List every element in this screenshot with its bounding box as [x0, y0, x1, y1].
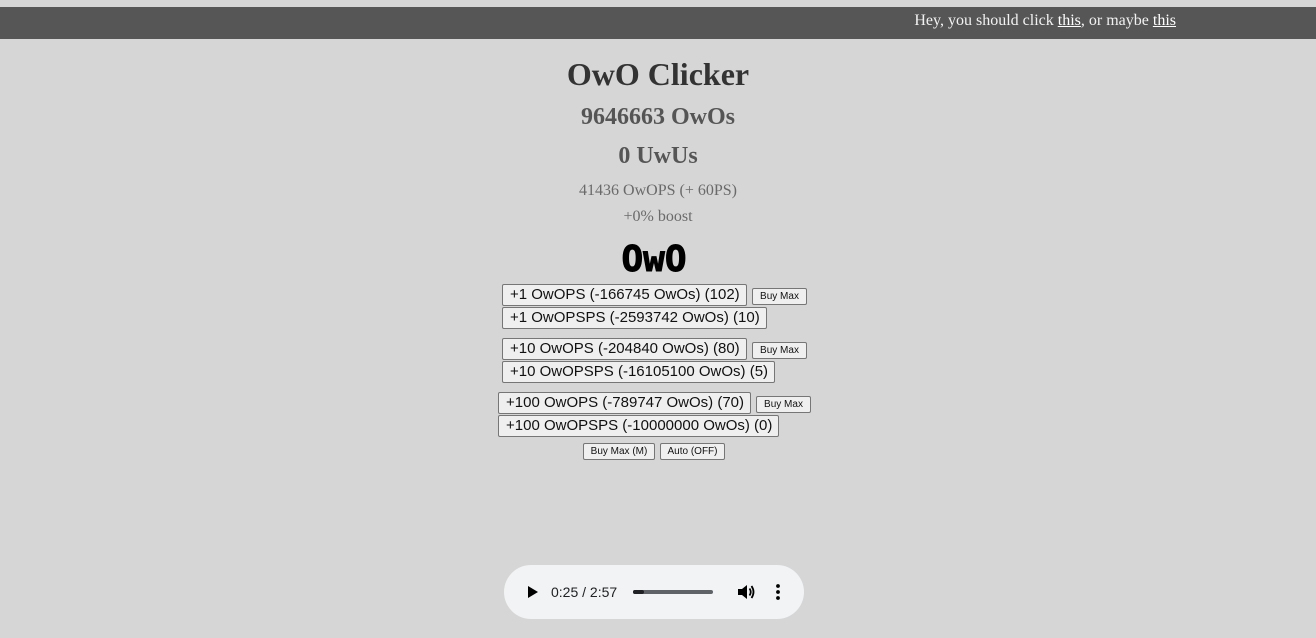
- upgrade-2-buy-max-button[interactable]: Buy Max: [752, 342, 807, 359]
- buy-max-all-button[interactable]: Buy Max (M): [583, 443, 655, 460]
- banner-prefix: Hey, you should click: [914, 12, 1058, 29]
- owo-count: 9646663 OwOs: [580, 104, 735, 130]
- volume-icon[interactable]: [736, 582, 756, 602]
- owops-rate: 41436 OwOPS (+ 60PS): [579, 182, 737, 199]
- banner-link-1[interactable]: this: [1058, 12, 1081, 29]
- banner-middle: , or maybe: [1080, 12, 1153, 29]
- upgrade-2-owops-button[interactable]: +10 OwOPS (-204840 OwOs) (80): [502, 338, 747, 360]
- top-banner: Hey, you should click this, or maybe thi…: [0, 7, 1316, 39]
- owo-logo-text: OwO: [621, 239, 686, 277]
- audio-time: 0:25 / 2:57: [551, 584, 618, 600]
- audio-seek-progress: [633, 590, 645, 594]
- owo-click-button[interactable]: OwO: [608, 239, 700, 277]
- more-vert-icon[interactable]: [770, 582, 786, 602]
- upgrade-1-buy-max-button[interactable]: Buy Max: [752, 288, 807, 305]
- upgrade-3-owopsps-button[interactable]: +100 OwOPSPS (-10000000 OwOs) (0): [498, 415, 779, 437]
- upgrade-3-owops-button[interactable]: +100 OwOPS (-789747 OwOs) (70): [498, 392, 751, 414]
- banner-text: Hey, you should click this, or maybe thi…: [914, 12, 1176, 30]
- page-title: OwO Clicker: [566, 56, 750, 92]
- upgrade-3-buy-max-button[interactable]: Buy Max: [756, 396, 811, 413]
- play-icon[interactable]: [522, 582, 542, 602]
- banner-link-2[interactable]: this: [1153, 12, 1176, 29]
- auto-toggle-button[interactable]: Auto (OFF): [660, 443, 725, 460]
- audio-player: 0:25 / 2:57: [504, 565, 804, 619]
- upgrade-1-owopsps-button[interactable]: +1 OwOPSPS (-2593742 OwOs) (10): [502, 307, 767, 329]
- top-strip: [0, 0, 1316, 7]
- audio-seek-bar[interactable]: [633, 590, 713, 594]
- upgrade-2-owopsps-button[interactable]: +10 OwOPSPS (-16105100 OwOs) (5): [502, 361, 775, 383]
- upgrade-1-owops-button[interactable]: +1 OwOPS (-166745 OwOs) (102): [502, 284, 747, 306]
- uwu-count: 0 UwUs: [618, 143, 698, 169]
- boost-text: +0% boost: [623, 208, 693, 225]
